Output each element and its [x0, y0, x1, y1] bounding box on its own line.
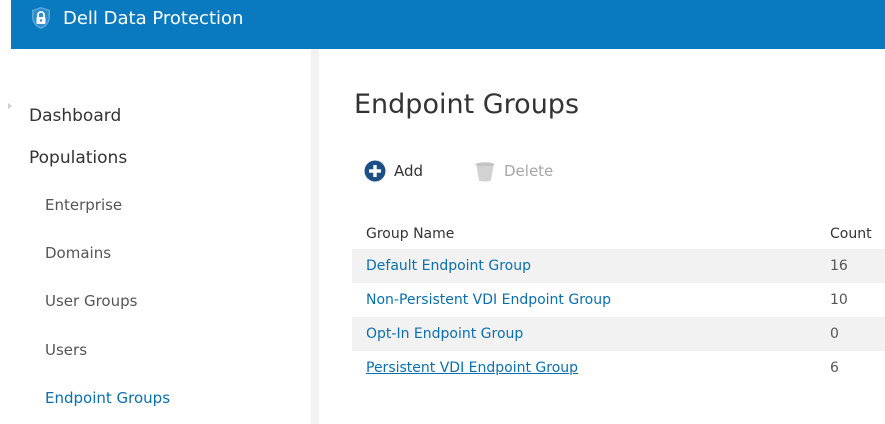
app-title: Dell Data Protection [63, 8, 244, 29]
group-name-link[interactable]: Persistent VDI Endpoint Group [366, 359, 578, 377]
add-button[interactable]: Add [364, 160, 423, 182]
table-row[interactable]: Non-Persistent VDI Endpoint Group 10 [352, 283, 885, 317]
expand-arrow-icon [8, 103, 12, 109]
group-name-link[interactable]: Default Endpoint Group [366, 257, 531, 275]
sidebar-item-users[interactable]: Users [45, 341, 87, 359]
sidebar-divider [311, 49, 319, 424]
table-row[interactable]: Default Endpoint Group 16 [352, 249, 885, 283]
plus-circle-icon [364, 160, 386, 182]
column-header-count[interactable]: Count [830, 224, 872, 248]
sidebar-item-populations[interactable]: Populations [29, 148, 127, 168]
sidebar-item-domains[interactable]: Domains [45, 244, 111, 262]
app-window: Dell Data Protection Dashboard Populatio… [0, 0, 885, 424]
sidebar-item-user-groups[interactable]: User Groups [45, 292, 137, 310]
sidebar-item-dashboard[interactable]: Dashboard [29, 106, 121, 126]
group-count: 6 [830, 360, 839, 376]
group-name-link[interactable]: Opt-In Endpoint Group [366, 325, 523, 343]
sidebar-item-enterprise[interactable]: Enterprise [45, 196, 122, 214]
trash-icon [474, 160, 496, 182]
lock-icon [29, 6, 53, 30]
table-row[interactable]: Persistent VDI Endpoint Group 6 [352, 351, 885, 385]
delete-label: Delete [504, 162, 554, 180]
app-header: Dell Data Protection [11, 0, 885, 49]
group-count: 10 [830, 292, 848, 308]
group-name-link[interactable]: Non-Persistent VDI Endpoint Group [366, 291, 611, 309]
column-header-group-name[interactable]: Group Name [366, 224, 454, 248]
group-count: 0 [830, 326, 839, 342]
page-title: Endpoint Groups [354, 89, 580, 120]
delete-button[interactable]: Delete [474, 160, 553, 182]
add-label: Add [394, 162, 424, 180]
table-row[interactable]: Opt-In Endpoint Group 0 [352, 317, 885, 351]
group-count: 16 [830, 258, 848, 274]
sidebar-item-endpoint-groups[interactable]: Endpoint Groups [45, 389, 170, 407]
